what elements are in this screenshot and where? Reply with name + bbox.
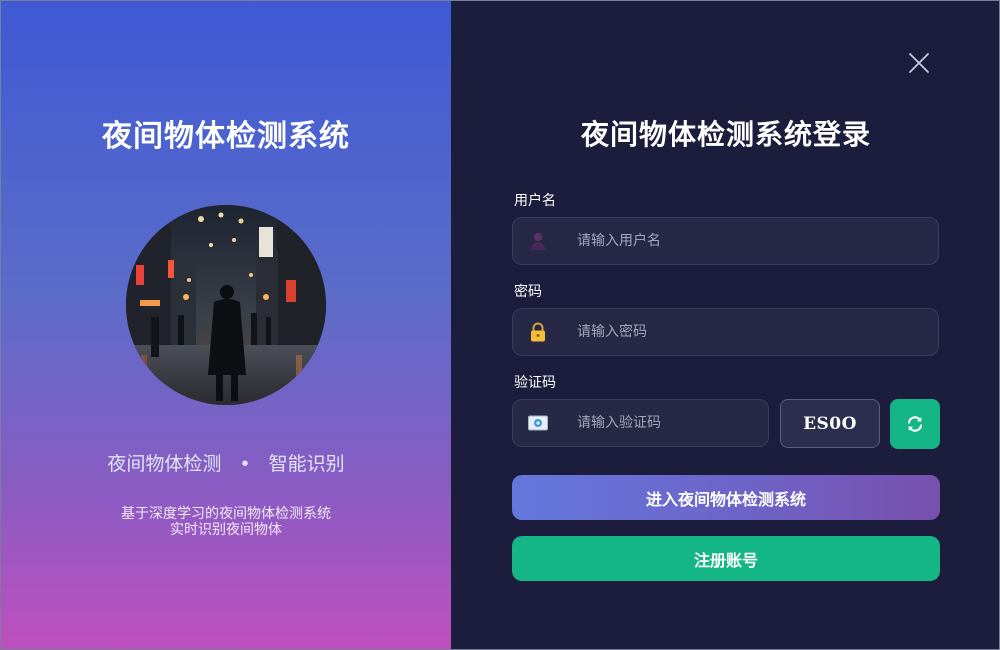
tagline: 夜间物体检测 • 智能识别: [1, 449, 451, 476]
tagline-detect: 夜间物体检测: [107, 453, 222, 475]
brand-title: 夜间物体检测系统: [102, 119, 350, 154]
username-input[interactable]: [577, 218, 907, 263]
close-icon: [909, 53, 929, 73]
refresh-icon: [907, 416, 923, 432]
password-field: [512, 308, 939, 356]
close-button[interactable]: [907, 51, 931, 75]
password-label: 密码: [514, 284, 542, 300]
brand-panel: 夜间物体检测系统 夜间物体检测 • 智能识别 基于深度学习的夜间物体检测系统 实…: [1, 1, 451, 649]
description-line-1: 基于深度学习的夜间物体检测系统: [121, 506, 331, 522]
tagline-separator: •: [239, 453, 251, 475]
username-label: 用户名: [514, 193, 556, 209]
envelope-icon: [528, 415, 548, 431]
login-window: 夜间物体检测系统 夜间物体检测 • 智能识别 基于深度学习的夜间物体检测系统 实…: [0, 0, 1000, 650]
login-panel: 夜间物体检测系统登录 用户名 密码 验证码: [451, 1, 999, 649]
description: 基于深度学习的夜间物体检测系统 实时识别夜间物体: [1, 506, 451, 538]
login-title: 夜间物体检测系统登录: [580, 118, 871, 151]
password-input[interactable]: [577, 309, 907, 354]
person-icon: [530, 232, 546, 250]
login-button[interactable]: 进入夜间物体检测系统: [512, 475, 940, 520]
night-street-image: [126, 205, 326, 405]
refresh-captcha-button[interactable]: [890, 399, 940, 449]
tagline-recognize: 智能识别: [268, 453, 345, 475]
lock-icon: [531, 322, 545, 342]
captcha-image[interactable]: ES0O: [780, 399, 880, 448]
register-button[interactable]: 注册账号: [512, 536, 940, 581]
captcha-input[interactable]: [577, 400, 747, 445]
captcha-label: 验证码: [514, 375, 556, 391]
username-field: [512, 217, 939, 265]
captcha-field: [512, 399, 769, 447]
description-line-2: 实时识别夜间物体: [170, 522, 282, 538]
